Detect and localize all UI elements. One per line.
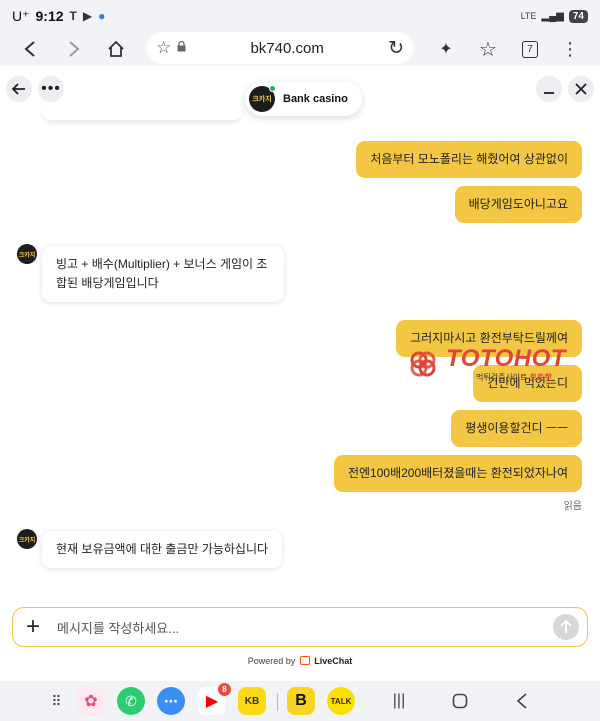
signal-icon: ▂▄▆	[541, 10, 564, 22]
back-nav-icon[interactable]	[510, 689, 534, 713]
app-drawer-icon[interactable]: ⠿	[44, 689, 68, 713]
bookmark-star-icon[interactable]: ☆	[156, 38, 171, 58]
minimize-button[interactable]	[536, 76, 562, 102]
t-app-icon: T	[69, 9, 77, 23]
powered-by-footer[interactable]: Powered by LiveChat	[0, 656, 600, 666]
message-bubble: 전엔100배200배터졌을때는 환전되었자나여	[333, 455, 582, 492]
online-status-indicator	[269, 85, 276, 92]
messages-app-icon[interactable]: ⋯	[157, 687, 185, 715]
message-bubble: 그러지마시고 환전부탁드릴께여	[396, 320, 582, 357]
previous-message-bubble	[42, 106, 242, 120]
agent-logo-text: 크카지	[252, 96, 272, 103]
reload-icon[interactable]: ↻	[388, 37, 404, 60]
kakaotalk-app-icon[interactable]: TALK	[327, 687, 355, 715]
kb-bank-app-icon[interactable]: KB	[238, 687, 266, 715]
livechat-brand: LiveChat	[314, 656, 353, 666]
message-bubble: 빙고 + 배수(Multiplier) + 보너스 게임이 조합된 배당게임입니…	[42, 246, 284, 302]
phone-app-icon[interactable]: ✆	[117, 687, 145, 715]
agent-avatar: 크카지	[17, 529, 37, 549]
b-app-icon[interactable]: B	[287, 687, 315, 715]
more-menu-icon[interactable]: ⋮	[548, 32, 592, 66]
youtube-app-icon[interactable]: ▶ 8	[198, 683, 231, 715]
notification-badge: 8	[218, 683, 231, 696]
read-receipt: 읽음	[563, 501, 582, 512]
tabs-button[interactable]: 7	[508, 32, 552, 66]
plus-icon[interactable]: +	[13, 613, 53, 641]
b-label: B	[295, 692, 307, 709]
home-button-icon[interactable]	[448, 689, 472, 713]
more-options-icon[interactable]: •••	[38, 76, 64, 102]
network-type: LTE	[520, 11, 537, 21]
powered-by-text: Powered by	[247, 656, 296, 666]
status-bar: U⁺ 9:12 T ▶ ● LTE ▂▄▆ 74	[0, 0, 600, 32]
chat-window: ••• 크카지 Bank casino 처음부터 모노폴리는 해줬어여 상관없이…	[0, 66, 600, 681]
message-bubble: 평생이용할건디 ㅡㅡ	[451, 410, 582, 447]
battery-indicator: 74	[568, 9, 588, 23]
clock: 9:12	[35, 8, 64, 24]
back-arrow-icon[interactable]	[8, 32, 52, 66]
send-arrow-icon[interactable]	[553, 614, 579, 640]
message-bubble: 긴만에 먹었는디	[473, 365, 582, 402]
taskbar-divider	[277, 693, 278, 711]
browser-toolbar: ☆ bk740.com ↻ ✦ ☆ 7 ⋮	[0, 32, 600, 66]
agent-avatar: 크카지	[17, 244, 37, 264]
youtube-notification-icon: ▶	[82, 9, 93, 23]
agent-name: Bank casino	[283, 93, 348, 105]
url-text: bk740.com	[250, 39, 324, 57]
agent-logo: 크카지	[249, 85, 276, 112]
lock-icon	[177, 40, 186, 55]
home-icon[interactable]	[94, 32, 138, 66]
close-button[interactable]	[568, 76, 594, 102]
kb-label: KB	[244, 695, 260, 707]
talk-label: TALK	[330, 696, 352, 706]
bookmarks-star-icon[interactable]: ☆	[466, 32, 510, 66]
carrier-label: U⁺	[12, 7, 30, 24]
message-composer: + 메시지를 작성하세요...	[12, 607, 588, 647]
message-bubble: 현재 보유금액에 대한 출금만 가능하십니다	[42, 531, 283, 568]
sparkle-icon[interactable]: ✦	[424, 32, 468, 66]
message-bubble: 배당게임도아니고요	[454, 186, 582, 223]
forward-arrow-icon[interactable]	[52, 32, 96, 66]
back-button[interactable]	[6, 76, 32, 102]
system-navigation-bar: ⠿ ✿ ✆ ⋯ ▶ 8 KB B TALK |||	[0, 681, 600, 721]
map-notification-icon: ●	[98, 9, 106, 23]
agent-header: 크카지 Bank casino	[245, 82, 362, 116]
message-input[interactable]: 메시지를 작성하세요...	[53, 618, 553, 637]
tab-count: 7	[522, 40, 538, 58]
livechat-logo-icon	[299, 656, 310, 665]
message-bubble: 처음부터 모노폴리는 해줬어여 상관없이	[356, 141, 582, 178]
gallery-app-icon[interactable]: ✿	[77, 687, 105, 715]
address-bar[interactable]: ☆ bk740.com ↻	[146, 32, 414, 64]
recent-apps-icon[interactable]: |||	[387, 689, 411, 713]
